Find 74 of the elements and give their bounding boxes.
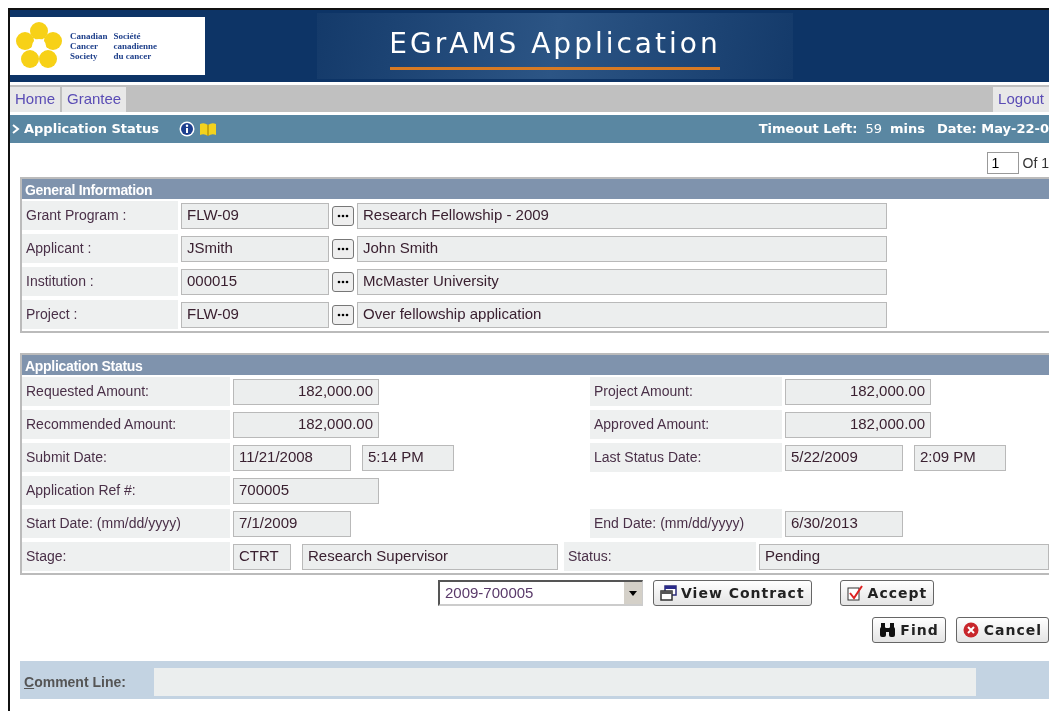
- logout-link[interactable]: Logout: [993, 87, 1049, 112]
- app-title: EGrAMS Application: [389, 25, 721, 62]
- page-count: Of 1: [1022, 153, 1049, 173]
- description-field[interactable]: Research Fellowship - 2009: [357, 202, 887, 229]
- info-icon[interactable]: [179, 121, 195, 137]
- page-title: Application Status: [24, 120, 159, 139]
- field-label: Grant Program :: [22, 201, 178, 230]
- value-field[interactable]: Research Supervisor: [302, 543, 558, 570]
- value-field[interactable]: 5:14 PM: [362, 444, 454, 471]
- code-field[interactable]: FLW-09: [181, 301, 329, 328]
- description-field[interactable]: John Smith: [357, 235, 887, 262]
- section-header: General Information: [22, 179, 1049, 199]
- field-label: Approved Amount:: [590, 410, 782, 439]
- value-field[interactable]: 5/22/2009: [785, 444, 903, 471]
- page-field[interactable]: 1: [986, 152, 1019, 174]
- lookup-button[interactable]: [332, 205, 354, 226]
- value-field[interactable]: 6/30/2013: [785, 510, 903, 537]
- find-button[interactable]: Find: [872, 617, 946, 643]
- value-field[interactable]: 182,000.00: [233, 378, 379, 405]
- date-label: Date: May-22-0: [936, 120, 1049, 139]
- binoculars-icon: [879, 622, 897, 638]
- value-field[interactable]: CTRT: [233, 543, 291, 570]
- code-field[interactable]: 000015: [181, 268, 329, 295]
- comment-label: Comment Line:: [23, 672, 127, 692]
- cancel-button[interactable]: Cancel: [955, 617, 1049, 643]
- chevron-icon: [12, 124, 20, 134]
- flower-icon: [14, 21, 64, 71]
- value-field[interactable]: 11/21/2008: [233, 444, 351, 471]
- field-label: Last Status Date:: [590, 443, 782, 472]
- comment-field[interactable]: [154, 668, 976, 696]
- value-field[interactable]: 700005: [233, 477, 379, 504]
- ellipsis-icon[interactable]: [337, 213, 349, 218]
- nav-tab[interactable]: Grantee: [62, 87, 129, 112]
- description-field[interactable]: McMaster University: [357, 268, 887, 295]
- field-label: Status:: [564, 542, 756, 571]
- field-label: Requested Amount:: [22, 377, 230, 406]
- ellipsis-icon[interactable]: [337, 246, 349, 251]
- code-field[interactable]: FLW-09: [181, 202, 329, 229]
- field-label: Submit Date:: [22, 443, 230, 472]
- cancel-icon: [962, 622, 980, 638]
- checkmark-icon: [846, 585, 864, 601]
- lookup-button[interactable]: [332, 238, 354, 259]
- field-label: Start Date: (mm/dd/yyyy): [22, 509, 230, 538]
- value-field[interactable]: 2:09 PM: [914, 444, 1006, 471]
- logo-text: Société canadienne du cancer: [113, 31, 158, 61]
- ellipsis-icon[interactable]: [337, 279, 349, 284]
- field-label: Applicant :: [22, 234, 178, 263]
- field-label: Project Amount:: [590, 377, 782, 406]
- value-field[interactable]: 182,000.00: [785, 378, 931, 405]
- value-field[interactable]: 182,000.00: [785, 411, 931, 438]
- field-label: End Date: (mm/dd/yyyy): [590, 509, 782, 538]
- logo-text: Canadian Cancer Society: [70, 31, 108, 61]
- lookup-button[interactable]: [332, 304, 354, 325]
- lookup-button[interactable]: [332, 271, 354, 292]
- field-label: Stage:: [22, 542, 230, 571]
- contract-dropdown[interactable]: 2009-700005: [438, 580, 643, 606]
- timeout-label: Timeout Left:: [758, 120, 858, 139]
- timeout-value: 59: [865, 120, 882, 139]
- timeout-unit: mins: [889, 120, 925, 139]
- value-field[interactable]: 7/1/2009: [233, 510, 351, 537]
- ellipsis-icon[interactable]: [337, 312, 349, 317]
- description-field[interactable]: Over fellowship application: [357, 301, 887, 328]
- value-field[interactable]: 182,000.00: [233, 411, 379, 438]
- section-header: Application Status: [22, 355, 1049, 375]
- window-icon: [660, 585, 677, 601]
- accept-button[interactable]: Accept: [839, 580, 935, 606]
- field-label: Project :: [22, 300, 178, 329]
- code-field[interactable]: JSmith: [181, 235, 329, 262]
- nav-tab[interactable]: Home: [10, 87, 62, 112]
- view-button[interactable]: View Contract: [653, 580, 812, 606]
- value-field[interactable]: Pending: [759, 543, 1049, 570]
- field-label: Institution :: [22, 267, 178, 296]
- field-label: Application Ref #:: [22, 476, 230, 505]
- field-label: Recommended Amount:: [22, 410, 230, 439]
